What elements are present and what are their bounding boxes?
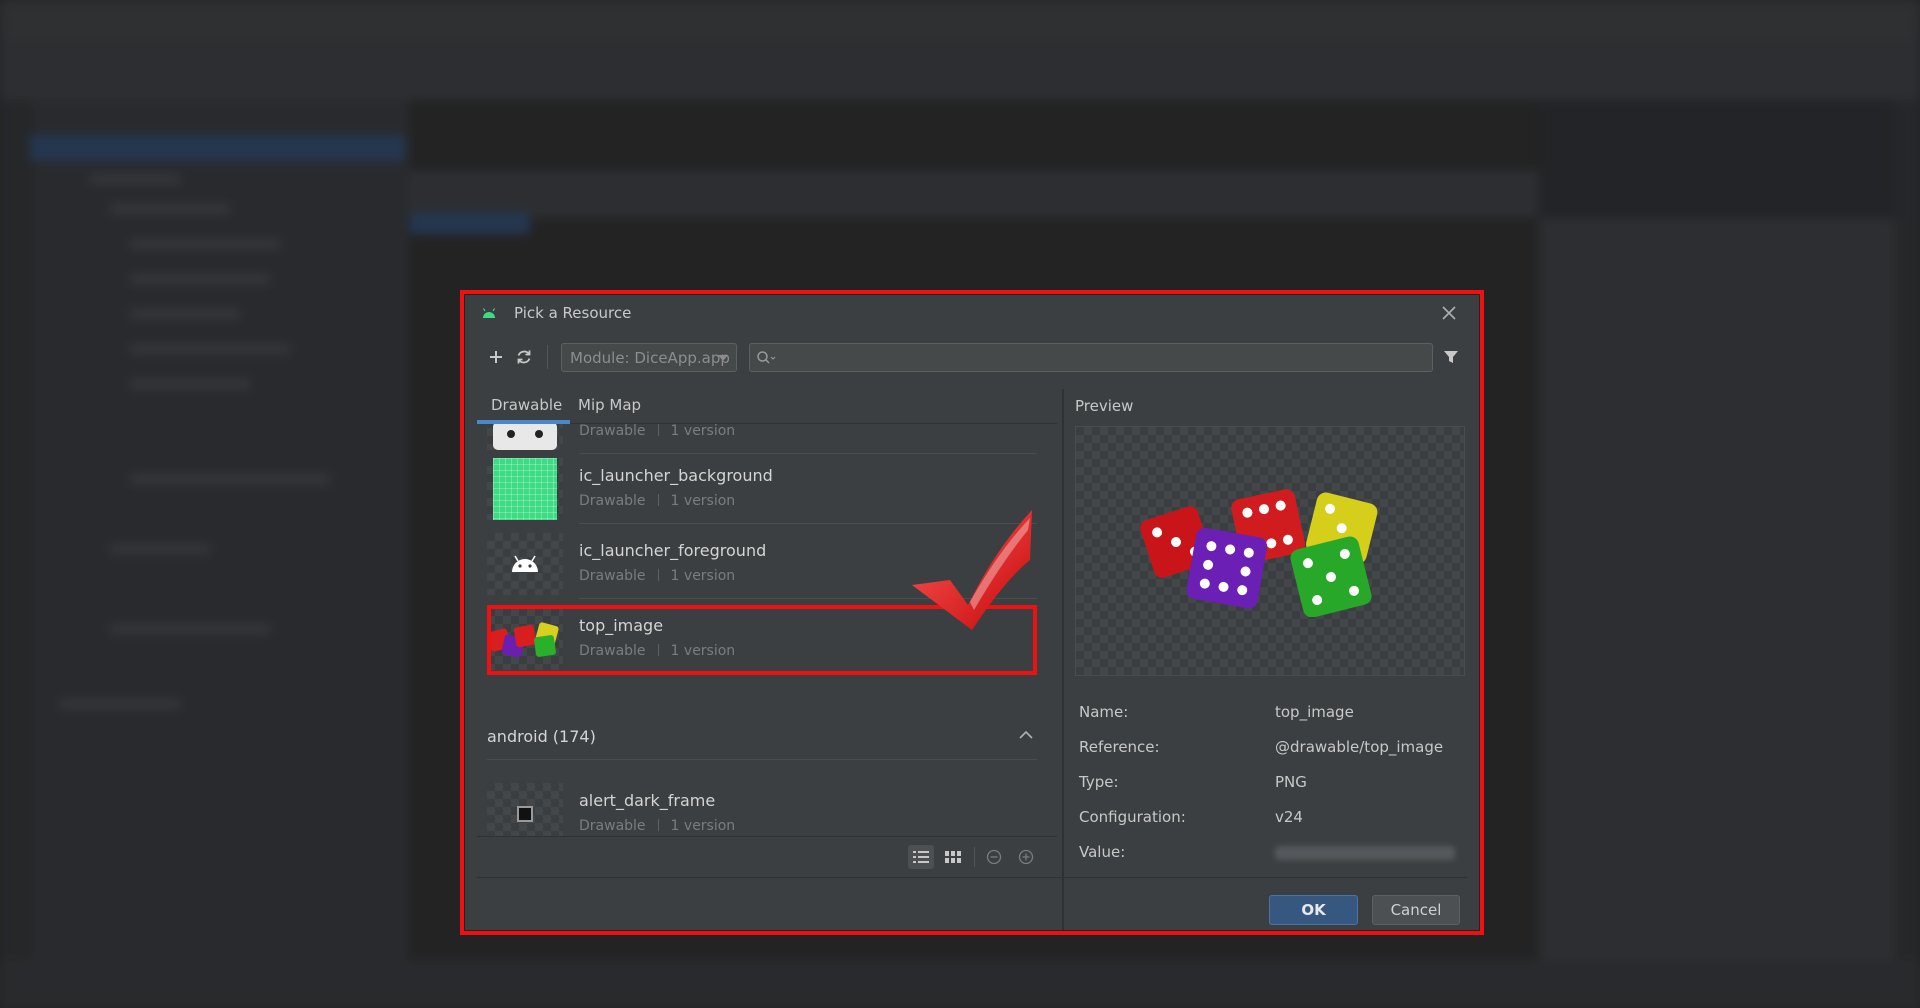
ok-button[interactable]: OK bbox=[1269, 895, 1358, 925]
pane-divider[interactable] bbox=[1062, 389, 1064, 930]
dice-face-icon bbox=[493, 424, 557, 450]
close-icon bbox=[1442, 306, 1456, 320]
prop-type: Type: PNG bbox=[1079, 773, 1307, 791]
grid-view-icon bbox=[945, 851, 961, 863]
dialog-title-bar: Pick a Resource bbox=[465, 295, 1479, 331]
prop-reference: Reference: @drawable/top_image bbox=[1079, 738, 1444, 756]
footer-divider bbox=[477, 877, 1467, 878]
android-icon bbox=[512, 555, 538, 572]
preview-pane: Preview Name: top_image Reference: @draw… bbox=[1075, 389, 1471, 877]
resource-meta: Drawable 1 version bbox=[579, 818, 736, 834]
dialog-title: Pick a Resource bbox=[514, 304, 632, 322]
list-view-icon bbox=[913, 851, 929, 863]
preview-image bbox=[1075, 426, 1465, 676]
resource-name: ic_launcher_background bbox=[579, 466, 773, 485]
filter-icon[interactable] bbox=[1443, 349, 1459, 365]
search-box bbox=[749, 343, 1433, 372]
zoom-in-icon bbox=[1018, 849, 1034, 865]
refresh-icon[interactable] bbox=[515, 348, 533, 366]
resource-thumbnail bbox=[487, 533, 563, 595]
zoom-in-button[interactable] bbox=[1013, 845, 1039, 869]
android-section-header[interactable]: android (174) bbox=[487, 712, 1037, 760]
resource-name: alert_dark_frame bbox=[579, 791, 716, 810]
list-item[interactable]: alert_dark_frame Drawable 1 version bbox=[487, 779, 1037, 836]
module-select[interactable]: Module: DiceApp.app bbox=[561, 343, 737, 372]
resource-meta: Drawable 1 version bbox=[579, 568, 736, 584]
resource-meta: Drawable 1 version bbox=[579, 493, 736, 509]
dice-image-icon bbox=[1140, 489, 1378, 617]
zoom-out-icon bbox=[986, 849, 1002, 865]
search-input[interactable] bbox=[780, 347, 1420, 368]
chevron-up-icon bbox=[1019, 730, 1033, 739]
toolbar-separator bbox=[974, 847, 975, 867]
tab-drawable[interactable]: Drawable bbox=[491, 396, 562, 414]
resource-meta: Drawable 1 version bbox=[579, 424, 736, 439]
add-icon[interactable] bbox=[487, 348, 505, 366]
list-view-button[interactable] bbox=[908, 845, 934, 869]
chevron-down-icon bbox=[718, 355, 728, 361]
tab-mip-map[interactable]: Mip Map bbox=[578, 396, 641, 414]
list-item[interactable]: Drawable 1 version bbox=[487, 424, 1037, 454]
resource-name: ic_launcher_foreground bbox=[579, 541, 767, 560]
section-label: android (174) bbox=[487, 727, 596, 746]
grid-pattern-icon bbox=[493, 458, 557, 520]
toolbar-separator bbox=[547, 345, 548, 369]
prop-configuration: Configuration: v24 bbox=[1079, 808, 1303, 826]
resource-thumbnail bbox=[487, 458, 563, 520]
cancel-button[interactable]: Cancel bbox=[1372, 895, 1460, 925]
resource-thumbnail bbox=[487, 783, 563, 836]
zoom-out-button[interactable] bbox=[981, 845, 1007, 869]
close-button[interactable] bbox=[1437, 301, 1461, 325]
grid-view-button[interactable] bbox=[940, 845, 966, 869]
module-select-value: Module: DiceApp.app bbox=[570, 349, 730, 367]
checkmark-icon bbox=[912, 510, 1032, 630]
search-icon bbox=[757, 351, 776, 364]
list-view-controls bbox=[477, 836, 1057, 877]
resource-tabs: Drawable Mip Map bbox=[477, 389, 1057, 424]
prop-name: Name: top_image bbox=[1079, 703, 1354, 721]
resource-thumbnail bbox=[487, 424, 563, 450]
frame-icon bbox=[517, 806, 533, 822]
preview-label: Preview bbox=[1075, 397, 1134, 415]
android-icon bbox=[482, 308, 496, 318]
value-redacted bbox=[1275, 846, 1455, 860]
prop-value: Value: bbox=[1079, 843, 1471, 865]
